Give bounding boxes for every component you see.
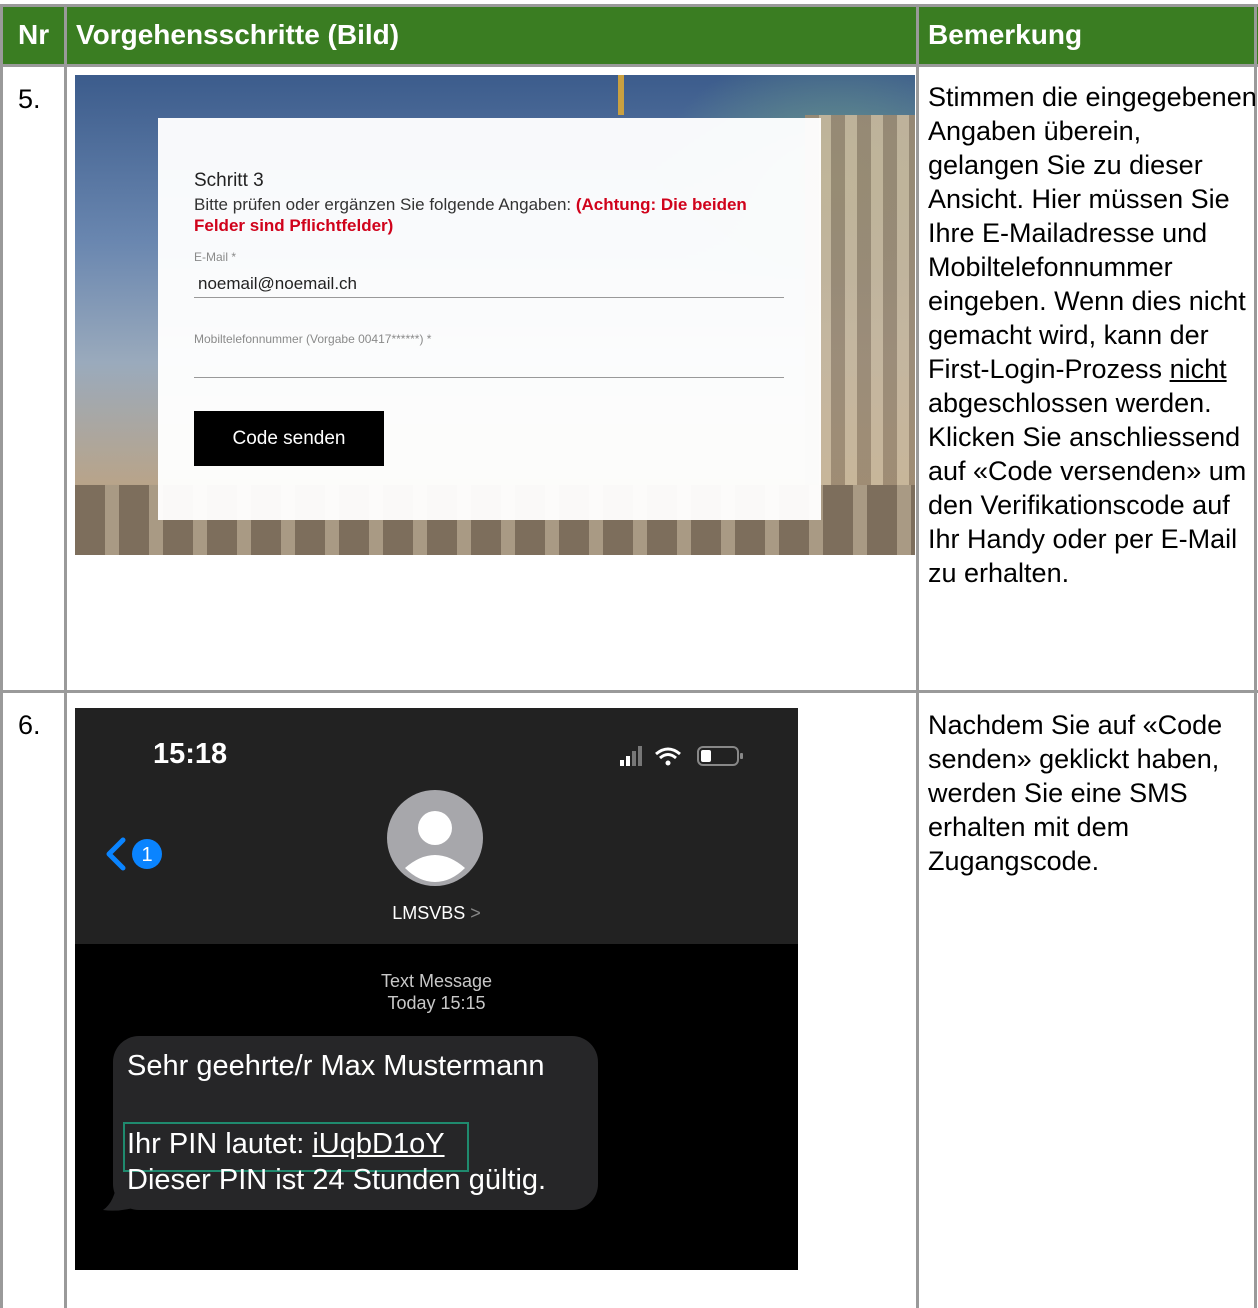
email-input[interactable]	[194, 270, 784, 298]
document-page: Nr Vorgehensschritte (Bild) Bemerkung 5.…	[0, 0, 1258, 1308]
chevron-right-icon: >	[470, 903, 481, 923]
message-timestamp: Today 15:15	[387, 993, 486, 1013]
message-meta: Text Message Today 15:15	[75, 970, 798, 1014]
building-spire	[618, 75, 624, 115]
pin-code[interactable]: iUqbD1oY	[312, 1128, 444, 1160]
row-number-6: 6.	[18, 710, 41, 740]
sms-greeting: Sehr geehrte/r Max Mustermann	[127, 1050, 545, 1082]
login-form-screenshot: Schritt 3 Bitte prüfen oder ergänzen Sie…	[75, 75, 915, 555]
email-label: E-Mail *	[194, 250, 237, 264]
message-type: Text Message	[380, 971, 493, 991]
row-6-remark: Nachdem Sie auf «Code senden» geklickt h…	[928, 710, 1223, 876]
form-card: Schritt 3 Bitte prüfen oder ergänzen Sie…	[158, 118, 821, 520]
step-description: Bitte prüfen oder ergänzen Sie folgende …	[194, 195, 747, 235]
grid-line-header	[0, 64, 1258, 67]
wifi-icon	[655, 747, 681, 760]
header-steps: Vorgehensschritte (Bild)	[76, 19, 400, 50]
header-nr: Nr	[18, 19, 50, 50]
remark-underlined-word: nicht	[1169, 354, 1227, 384]
contact-name[interactable]: LMSVBS >	[75, 903, 798, 924]
grid-line-row-divider	[0, 690, 1258, 693]
sms-screenshot: 15:18 1 LMSVBS > Text Message Today 15:1…	[75, 708, 798, 1270]
mobile-label: Mobiltelefonnummer (Vorgabe 00417******)…	[194, 332, 432, 346]
grid-line-top	[0, 4, 1258, 7]
status-time: 15:18	[153, 738, 228, 770]
sms-pin-line: Ihr PIN lautet: iUqbD1oY	[127, 1128, 445, 1160]
row-5-remark: Stimmen die eingegebenen Angaben überein…	[928, 82, 1257, 588]
mobile-input[interactable]	[194, 350, 784, 378]
status-icons	[620, 746, 743, 766]
grid-line-col2	[916, 4, 919, 1308]
signal-icon	[620, 760, 624, 766]
back-chevron-icon[interactable]: 1	[103, 834, 173, 874]
sms-validity: Dieser PIN ist 24 Stunden gültig.	[127, 1164, 547, 1196]
grid-line-left	[0, 4, 3, 1308]
unread-badge-count: 1	[141, 844, 152, 866]
contact-avatar-icon	[387, 790, 483, 886]
row-number-5: 5.	[18, 84, 41, 114]
code-send-button[interactable]: Code senden	[194, 411, 384, 466]
grid-line-col1	[64, 4, 67, 1308]
header-remark: Bemerkung	[928, 19, 1083, 50]
step-title: Schritt 3	[194, 170, 264, 191]
